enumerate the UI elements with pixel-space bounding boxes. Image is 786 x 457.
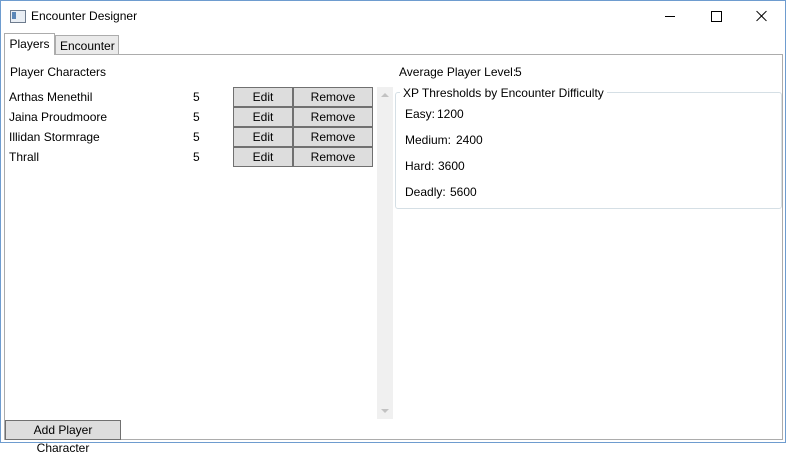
window-title: Encounter Designer — [31, 9, 138, 23]
xp-thresholds-title: XP Thresholds by Encounter Difficulty — [400, 86, 607, 100]
edit-player-button[interactable]: Edit — [233, 107, 293, 127]
maximize-icon — [710, 10, 722, 22]
edit-player-button[interactable]: Edit — [233, 127, 293, 147]
edit-player-button[interactable]: Edit — [233, 87, 293, 107]
tab-encounter[interactable]: Encounter — [55, 35, 119, 55]
minimize-icon — [665, 15, 675, 17]
player-row: Jaina Proudmoore 5 Edit Remove — [9, 107, 373, 127]
average-level-label: Average Player Level: — [399, 65, 517, 79]
player-row: Arthas Menethil 5 Edit Remove — [9, 87, 373, 107]
edit-player-button[interactable]: Edit — [233, 147, 293, 167]
player-level: 5 — [193, 130, 200, 144]
easy-label: Easy: — [405, 107, 436, 121]
app-window: Encounter Designer Players Encounter Pla… — [0, 0, 786, 455]
remove-player-button[interactable]: Remove — [293, 147, 373, 167]
hard-value: 3600 — [438, 159, 465, 173]
easy-value: 1200 — [437, 107, 464, 121]
average-level-value: 5 — [515, 65, 522, 79]
player-name: Arthas Menethil — [9, 90, 93, 104]
medium-label: Medium: — [405, 133, 452, 147]
player-characters-label: Player Characters — [10, 65, 107, 79]
maximize-button[interactable] — [693, 1, 739, 31]
player-level: 5 — [193, 150, 200, 164]
tab-players[interactable]: Players — [4, 33, 55, 55]
medium-value: 2400 — [456, 133, 483, 147]
minimize-button[interactable] — [647, 1, 693, 31]
close-icon — [756, 10, 768, 22]
hard-label: Hard: — [405, 159, 435, 173]
player-row: Thrall 5 Edit Remove — [9, 147, 373, 167]
deadly-value: 5600 — [450, 185, 477, 199]
remove-player-button[interactable]: Remove — [293, 107, 373, 127]
player-level: 5 — [193, 90, 200, 104]
player-level: 5 — [193, 110, 200, 124]
close-button[interactable] — [739, 1, 785, 31]
add-player-character-button[interactable]: Add Player Character — [5, 420, 121, 455]
player-list-scrollbar[interactable] — [377, 87, 393, 419]
title-bar[interactable]: Encounter Designer — [1, 1, 785, 31]
scroll-up-icon[interactable] — [381, 93, 389, 97]
player-name: Thrall — [9, 150, 40, 164]
player-name: Illidan Stormrage — [9, 130, 100, 144]
player-row: Illidan Stormrage 5 Edit Remove — [9, 127, 373, 147]
remove-player-button[interactable]: Remove — [293, 127, 373, 147]
deadly-label: Deadly: — [405, 185, 446, 199]
remove-player-button[interactable]: Remove — [293, 87, 373, 107]
scroll-down-icon[interactable] — [381, 409, 389, 413]
player-name: Jaina Proudmoore — [9, 110, 108, 124]
window-app-icon — [10, 10, 26, 23]
